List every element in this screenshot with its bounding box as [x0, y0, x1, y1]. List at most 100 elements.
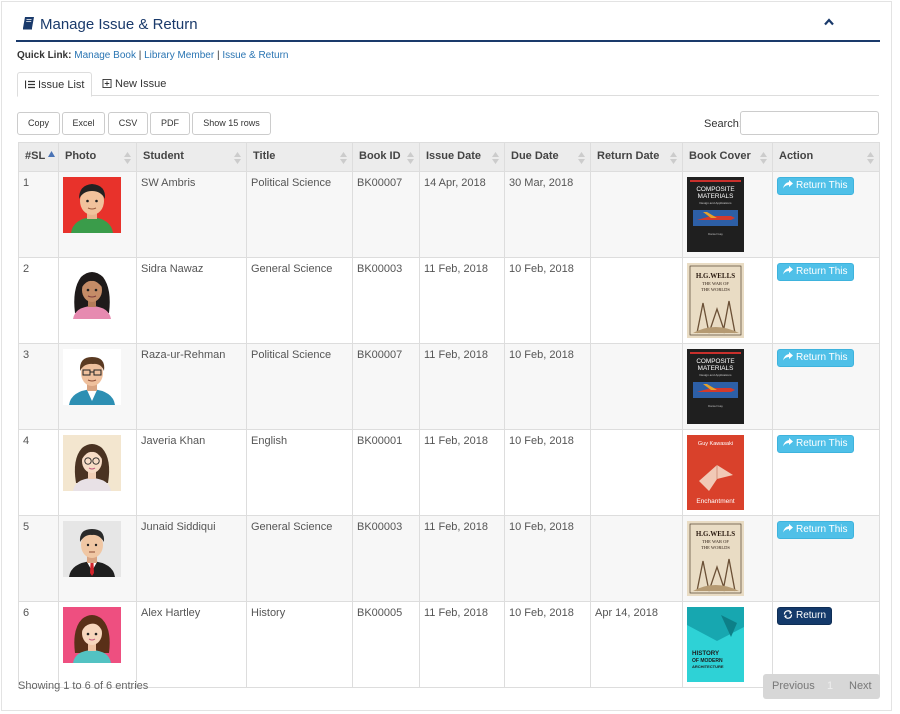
- column-header-sl[interactable]: #SL: [18, 142, 59, 172]
- cell-book-id: BK00007: [352, 171, 420, 258]
- return-this-button[interactable]: Return This: [777, 263, 854, 281]
- cell-title: Political Science: [246, 171, 353, 258]
- cell-sl: 4: [18, 429, 59, 516]
- page-1-button[interactable]: 1: [827, 680, 833, 692]
- cover-text: Design and Applications: [699, 373, 732, 377]
- cell-photo: [58, 343, 137, 430]
- return-this-button[interactable]: Return This: [777, 435, 854, 453]
- quick-link-issue-return[interactable]: Issue & Return: [222, 50, 288, 61]
- cell-book-id: BK00005: [352, 601, 420, 688]
- cell-return-date: [590, 429, 683, 516]
- cell-book-cover: H.G.WELLS THE WAR OF THE WORLDS: [682, 257, 773, 344]
- cell-due-date: 10 Feb, 2018: [504, 515, 591, 602]
- column-label: Action: [779, 150, 814, 162]
- cell-book-cover: COMPOSITE MATERIALS Design and Applicati…: [682, 171, 773, 258]
- column-header-action[interactable]: Action: [772, 142, 880, 172]
- cell-sl: 3: [18, 343, 59, 430]
- issue-table: #SL Photo Student Title Book ID Issue Da…: [18, 142, 880, 688]
- separator: |: [216, 50, 220, 61]
- plus-square-icon: [102, 79, 112, 88]
- list-icon: [25, 80, 35, 89]
- column-header-due-date[interactable]: Due Date: [504, 142, 591, 172]
- cell-return-date: [590, 515, 683, 602]
- column-header-student[interactable]: Student: [136, 142, 247, 172]
- sort-icon: [124, 152, 131, 164]
- cell-due-date: 10 Feb, 2018: [504, 257, 591, 344]
- next-button[interactable]: Next: [849, 680, 872, 692]
- return-this-button[interactable]: Return This: [777, 177, 854, 195]
- previous-button[interactable]: Previous: [772, 680, 815, 692]
- cell-title: English: [246, 429, 353, 516]
- share-icon: [783, 180, 793, 189]
- cover-text: ARCHITECTURE: [692, 664, 724, 669]
- sort-asc-icon: [48, 151, 55, 157]
- cell-student: Raza-ur-Rehman: [136, 343, 247, 430]
- cell-photo: [58, 257, 137, 344]
- book-icon: [23, 17, 34, 30]
- column-label: Return Date: [597, 150, 660, 162]
- column-header-photo[interactable]: Photo: [58, 142, 137, 172]
- copy-button[interactable]: Copy: [17, 112, 60, 135]
- tab-new-issue[interactable]: New Issue: [95, 72, 173, 96]
- show-rows-button[interactable]: Show 15 rows: [192, 112, 271, 135]
- pdf-button[interactable]: PDF: [150, 112, 190, 135]
- sort-icon: [234, 152, 241, 164]
- search-input[interactable]: [740, 111, 879, 135]
- return-button[interactable]: Return: [777, 607, 833, 625]
- button-label: Return: [796, 610, 827, 621]
- column-header-book-id[interactable]: Book ID: [352, 142, 420, 172]
- button-label: Return This: [796, 352, 848, 363]
- button-label: Return This: [796, 180, 848, 191]
- column-label: #SL: [25, 150, 46, 162]
- cell-issue-date: 11 Feb, 2018: [419, 601, 505, 688]
- return-this-button[interactable]: Return This: [777, 349, 854, 367]
- sort-icon: [670, 152, 677, 164]
- cell-book-cover: Guy Kawasaki Enchantment: [682, 429, 773, 516]
- cell-book-id: BK00007: [352, 343, 420, 430]
- chevron-up-icon[interactable]: [824, 18, 834, 26]
- cell-photo: [58, 601, 137, 688]
- book-cover-image: HISTORY OF MODERN ARCHITECTURE: [687, 607, 744, 682]
- share-icon: [783, 438, 793, 447]
- cell-due-date: 10 Feb, 2018: [504, 601, 591, 688]
- cover-text: H.G.WELLS: [696, 272, 735, 280]
- column-header-book-cover[interactable]: Book Cover: [682, 142, 773, 172]
- csv-button[interactable]: CSV: [108, 112, 148, 135]
- cover-text: THE WORLDS: [701, 287, 730, 292]
- sort-icon: [340, 152, 347, 164]
- cell-book-cover: HISTORY OF MODERN ARCHITECTURE: [682, 601, 773, 688]
- tab-issue-list[interactable]: Issue List: [17, 72, 93, 97]
- cell-return-date: [590, 171, 683, 258]
- column-header-return-date[interactable]: Return Date: [590, 142, 683, 172]
- cell-issue-date: 14 Apr, 2018: [419, 171, 505, 258]
- column-label: Photo: [65, 150, 97, 162]
- cell-issue-date: 11 Feb, 2018: [419, 343, 505, 430]
- cover-text: Enchantment: [696, 498, 734, 505]
- column-label: Book Cover: [689, 150, 751, 162]
- cell-book-cover: H.G.WELLS THE WAR OF THE WORLDS: [682, 515, 773, 602]
- quick-link-manage-book[interactable]: Manage Book: [74, 50, 136, 61]
- column-header-title[interactable]: Title: [246, 142, 353, 172]
- return-this-button[interactable]: Return This: [777, 521, 854, 539]
- cell-student: Sidra Nawaz: [136, 257, 247, 344]
- excel-button[interactable]: Excel: [62, 112, 105, 135]
- sort-icon: [760, 152, 767, 164]
- cell-photo: [58, 171, 137, 258]
- quick-link-library-member[interactable]: Library Member: [144, 50, 214, 61]
- cover-text: THE WAR OF: [702, 281, 729, 286]
- cell-title: General Science: [246, 257, 353, 344]
- book-cover-image: COMPOSITE MATERIALS Design and Applicati…: [687, 349, 744, 424]
- column-header-issue-date[interactable]: Issue Date: [419, 142, 505, 172]
- tab-bar: Issue List New Issue: [17, 72, 879, 97]
- column-label: Issue Date: [426, 150, 482, 162]
- cell-action: Return This: [772, 429, 880, 516]
- cell-sl: 5: [18, 515, 59, 602]
- cover-text: Design and Applications: [699, 201, 732, 205]
- cell-return-date: Apr 14, 2018: [590, 601, 683, 688]
- cell-due-date: 30 Mar, 2018: [504, 171, 591, 258]
- cover-text: Guy Kawasaki: [698, 441, 733, 447]
- cover-text: Daniel Gay: [708, 232, 723, 236]
- book-cover-image: COMPOSITE MATERIALS Design and Applicati…: [687, 177, 744, 252]
- avatar: [63, 607, 121, 663]
- table-info: Showing 1 to 6 of 6 entries: [18, 680, 149, 692]
